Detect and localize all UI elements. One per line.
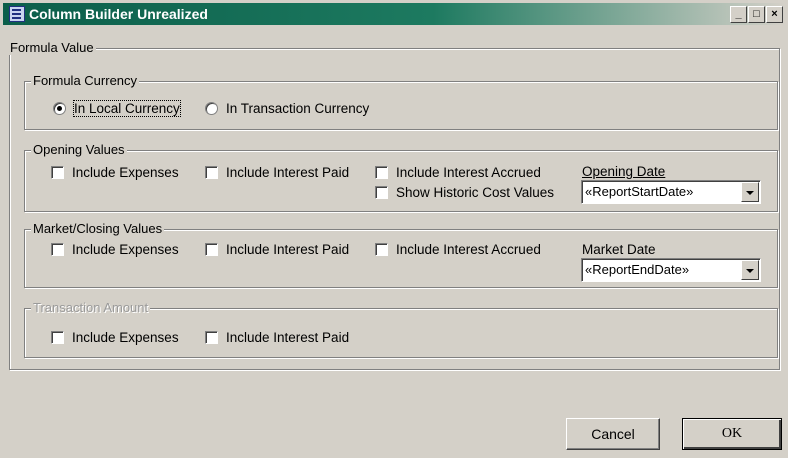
- dialog-window: Column Builder Unrealized _ □ × Formula …: [0, 0, 788, 458]
- opening-date-label: Opening Date: [582, 164, 666, 179]
- checkbox-opening-include-expenses[interactable]: Include Expenses: [51, 165, 179, 180]
- checkbox-icon: [51, 166, 64, 179]
- checkbox-icon: [375, 186, 388, 199]
- opening-values-group: Opening Values Include Expenses Include …: [24, 142, 778, 212]
- formula-currency-label: Formula Currency: [31, 73, 140, 88]
- checkbox-icon: [51, 243, 64, 256]
- close-button[interactable]: ×: [766, 6, 783, 23]
- title-bar[interactable]: Column Builder Unrealized _ □ ×: [3, 3, 785, 25]
- opening-date-value: «ReportStartDate»: [585, 184, 694, 199]
- transaction-amount-label: Transaction Amount: [31, 300, 151, 315]
- checkbox-icon: [51, 331, 64, 344]
- radio-local-currency[interactable]: In Local Currency: [53, 100, 181, 117]
- chevron-down-icon[interactable]: [741, 260, 759, 280]
- formula-value-label: Formula Value: [8, 40, 96, 55]
- checkbox-icon: [375, 243, 388, 256]
- market-values-label: Market/Closing Values: [31, 221, 165, 236]
- app-icon: [9, 6, 25, 22]
- checkbox-icon: [205, 243, 218, 256]
- checkbox-icon: [205, 166, 218, 179]
- opening-date-select[interactable]: «ReportStartDate»: [581, 180, 761, 204]
- checkbox-icon: [375, 166, 388, 179]
- maximize-button[interactable]: □: [748, 6, 765, 23]
- radio-transaction-currency[interactable]: In Transaction Currency: [205, 101, 369, 116]
- minimize-button[interactable]: _: [730, 6, 747, 23]
- ok-button[interactable]: OK: [682, 418, 782, 450]
- checkbox-market-include-expenses[interactable]: Include Expenses: [51, 242, 179, 257]
- checkbox-market-include-interest-paid[interactable]: Include Interest Paid: [205, 242, 349, 257]
- checkbox-transaction-include-expenses[interactable]: Include Expenses: [51, 330, 179, 345]
- market-date-label: Market Date: [582, 242, 656, 257]
- chevron-down-icon[interactable]: [741, 182, 759, 202]
- checkbox-icon: [205, 331, 218, 344]
- market-date-value: «ReportEndDate»: [585, 262, 690, 277]
- checkbox-opening-include-interest-paid[interactable]: Include Interest Paid: [205, 165, 349, 180]
- radio-selected-icon: [53, 102, 66, 115]
- radio-unselected-icon: [205, 102, 218, 115]
- checkbox-show-historic-cost[interactable]: Show Historic Cost Values: [375, 185, 554, 200]
- cancel-button[interactable]: Cancel: [566, 418, 660, 450]
- formula-currency-group: Formula Currency In Local Currency In Tr…: [24, 73, 778, 130]
- market-date-select[interactable]: «ReportEndDate»: [581, 258, 761, 282]
- window-title: Column Builder Unrealized: [29, 6, 208, 22]
- opening-values-label: Opening Values: [31, 142, 127, 157]
- checkbox-opening-include-interest-accrued[interactable]: Include Interest Accrued: [375, 165, 541, 180]
- transaction-amount-group: Transaction Amount Include Expenses Incl…: [24, 300, 778, 358]
- checkbox-transaction-include-interest-paid[interactable]: Include Interest Paid: [205, 330, 349, 345]
- checkbox-market-include-interest-accrued[interactable]: Include Interest Accrued: [375, 242, 541, 257]
- market-values-group: Market/Closing Values Include Expenses I…: [24, 221, 778, 288]
